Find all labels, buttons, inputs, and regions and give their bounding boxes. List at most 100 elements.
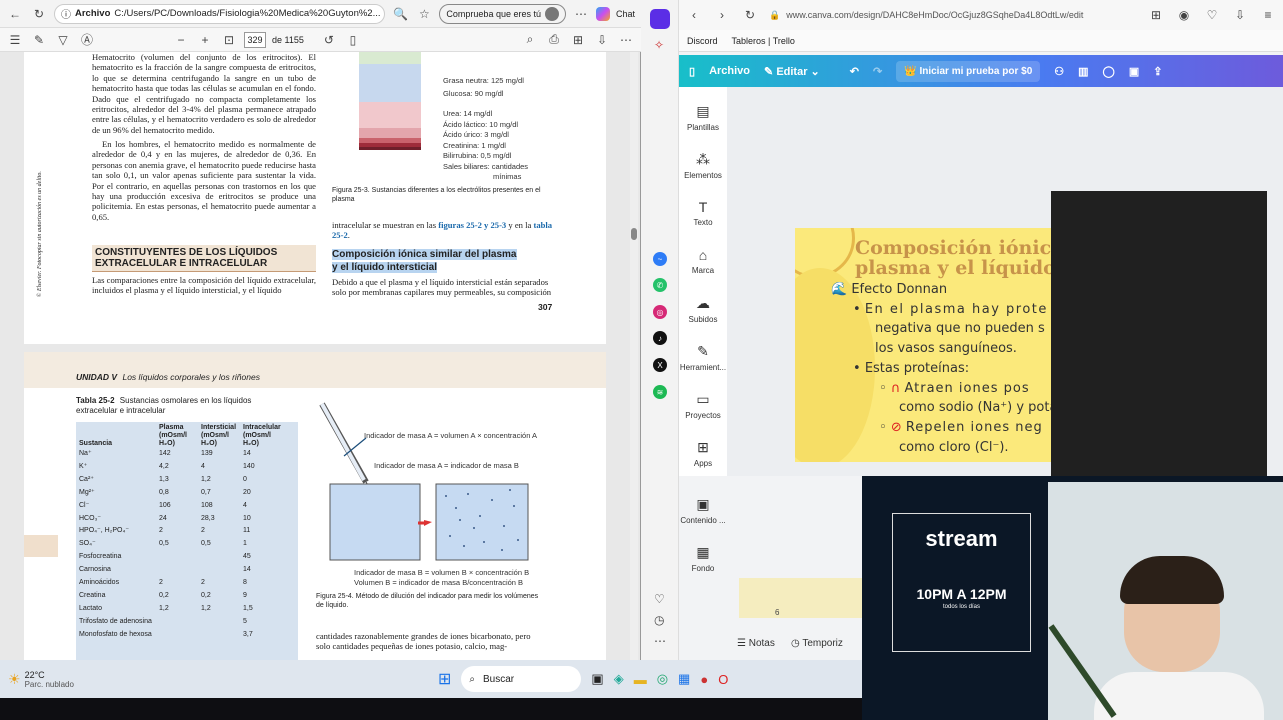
page-number-input[interactable]: 329	[244, 31, 266, 48]
more-icon[interactable]: ⋯	[572, 5, 590, 23]
editar-menu[interactable]: ✎ Editar ⌄	[764, 65, 820, 78]
rotate-icon[interactable]: ↺	[320, 31, 338, 49]
sidebar-toggle-icon[interactable]: ▯	[689, 65, 695, 78]
x-icon[interactable]: X	[653, 358, 667, 372]
draw-icon[interactable]: ▽	[54, 31, 72, 49]
scrollbar-thumb[interactable]	[631, 228, 637, 240]
back-icon[interactable]: ‹	[685, 6, 703, 24]
opera-icon[interactable]: O	[718, 672, 728, 687]
spotify-icon[interactable]: ≋	[653, 385, 667, 399]
store-icon[interactable]: ▦	[678, 671, 690, 687]
side-tab	[24, 535, 58, 557]
redo-icon[interactable]: ↷	[873, 65, 882, 78]
chat-label[interactable]: Chat	[616, 9, 635, 19]
settings-more-icon[interactable]: ⋯	[617, 31, 635, 49]
sidebar-item-plantillas[interactable]: ▤ Plantillas	[679, 103, 727, 132]
zoom-icon[interactable]: 🔍	[391, 5, 409, 23]
slide-title[interactable]: Composición iónica plasma y el líquido	[855, 238, 1055, 278]
extension-icon[interactable]: ⊞	[1147, 6, 1165, 24]
sidebar-item-contenido[interactable]: ▣ Contenido ...	[679, 496, 727, 525]
address-bar[interactable]: ⓘ Archivo C:/Users/PC/Downloads/Fisiolog…	[54, 3, 386, 24]
highlight-icon[interactable]: ✎	[30, 31, 48, 49]
pdf-scrollbar[interactable]	[630, 52, 638, 660]
whatsapp-icon[interactable]: ✆	[653, 278, 667, 292]
sidebar-item-texto[interactable]: T Texto	[679, 199, 727, 227]
forward-icon[interactable]: ›	[713, 6, 731, 24]
unit-title: Los líquidos corporales y los riñones	[122, 372, 260, 382]
clock-icon[interactable]: ◷	[654, 613, 664, 627]
refresh-icon[interactable]: ↻	[30, 5, 48, 23]
edge-home-icon[interactable]	[650, 9, 670, 29]
table-cell: Trifosfato de adenosina	[79, 618, 152, 626]
refresh-icon[interactable]: ↻	[741, 6, 759, 24]
download-icon[interactable]: ⇩	[1231, 6, 1249, 24]
address-bar[interactable]: 🔒 www.canva.com/design/DAHC8eHmDoc/OcGju…	[769, 4, 1137, 26]
copilot-icon[interactable]: ◈	[614, 671, 624, 687]
table-cell: 140	[243, 462, 255, 470]
comment-icon[interactable]: ◯	[1103, 65, 1115, 78]
heart-icon[interactable]: ♡	[1203, 6, 1221, 24]
present-icon[interactable]: ▣	[1129, 65, 1139, 78]
sidebar-label: Contenido ...	[680, 516, 726, 525]
share-people-icon[interactable]: ⚇	[1054, 65, 1064, 78]
camera-icon[interactable]: ◉	[1175, 6, 1193, 24]
page-thumbnails[interactable]	[739, 578, 862, 618]
notes-button[interactable]: ☰ Notas	[737, 638, 775, 649]
table-cell: 0,2	[159, 591, 169, 599]
timer-button[interactable]: ◷ Temporiz	[791, 638, 843, 649]
undo-icon[interactable]: ↶	[850, 65, 859, 78]
save-as-icon[interactable]: ⇩	[593, 31, 611, 49]
sidebar-item-marca[interactable]: ⌂ Marca	[679, 247, 727, 275]
save-icon[interactable]: ⊞	[569, 31, 587, 49]
messenger-icon[interactable]: ~	[653, 252, 667, 266]
heart-icon[interactable]: ♡	[654, 592, 665, 606]
archivo-menu[interactable]: Archivo	[709, 65, 750, 77]
edge-icon[interactable]: ◎	[657, 671, 668, 687]
instagram-icon[interactable]: ◎	[653, 305, 667, 319]
start-trial-button[interactable]: 👑 Iniciar mi prueba por $0	[896, 60, 1041, 82]
sidebar-item-proyectos[interactable]: ▭ Proyectos	[679, 391, 727, 420]
file-explorer-icon[interactable]: ▬	[634, 672, 647, 687]
pin-icon[interactable]: ✧	[654, 38, 664, 52]
contents-icon[interactable]: ☰	[6, 31, 24, 49]
figure-25-4-caption: Figura 25-4. Método de dilución del indi…	[316, 593, 539, 609]
sidebar-item-elementos[interactable]: ⁂ Elementos	[679, 151, 727, 180]
sidebar-label: Texto	[693, 218, 713, 227]
chart-icon[interactable]: ▥	[1078, 65, 1088, 78]
back-icon[interactable]: ←	[6, 5, 24, 23]
zoom-in-icon[interactable]: +	[196, 31, 214, 49]
windows-start-icon[interactable]: ⊞	[438, 669, 451, 689]
table-cell: SO₄⁻	[79, 540, 96, 548]
sidebar-item-apps[interactable]: ⊞ Apps	[679, 439, 727, 468]
tiktok-icon[interactable]: ♪	[653, 331, 667, 345]
pdf-page-308: UNIDAD V Los líquidos corporales y los r…	[24, 352, 606, 660]
figure-link[interactable]: figuras 25-2 y 25-3	[438, 220, 506, 230]
sidebar-item-herramientas[interactable]: ✎ Herramient...	[679, 343, 727, 372]
subsection-heading-highlighted[interactable]: Composición iónica similar del plasma y …	[332, 248, 522, 274]
menu-icon[interactable]: ≡	[1259, 6, 1277, 24]
presentation-slide[interactable]: Composición iónica plasma y el líquido 🌊…	[795, 228, 1055, 462]
sidebar-item-subidos[interactable]: ☁ Subidos	[679, 295, 727, 324]
upload-icon[interactable]: ⇪	[1153, 65, 1162, 78]
bookmark-trello[interactable]: Tableros | Trello	[732, 36, 795, 46]
profile-pill[interactable]: Comprueba que eres tú	[439, 3, 566, 24]
more-dots-icon[interactable]: ⋯	[654, 634, 666, 648]
weather-widget[interactable]: ☀ 22°C Parc. nublado	[8, 670, 428, 689]
fit-icon[interactable]: ⊡	[220, 31, 238, 49]
avatar	[544, 6, 559, 21]
print-icon[interactable]: ⎙	[545, 31, 563, 49]
text-icon[interactable]: Ⓐ	[78, 31, 96, 49]
copilot-icon[interactable]	[595, 6, 610, 21]
bookmark-discord[interactable]: Discord	[687, 36, 718, 46]
search-icon[interactable]: ⌕	[521, 31, 539, 49]
table-cell: 8	[243, 579, 247, 587]
star-icon[interactable]: ☆	[415, 5, 433, 23]
chrome-icon[interactable]: ●	[700, 672, 708, 687]
taskbar-search[interactable]: ⌕ Buscar	[461, 666, 582, 692]
sidebar-item-fondo[interactable]: ▦ Fondo	[679, 544, 727, 573]
slide-body[interactable]: 🌊 Efecto Donnan • En el plasma hay prote…	[831, 280, 1055, 457]
sub-bullet-a-line-1: Atraen iones pos	[904, 380, 1030, 396]
zoom-out-icon[interactable]: −	[172, 31, 190, 49]
task-view-icon[interactable]: ▣	[591, 671, 603, 687]
page-view-icon[interactable]: ▯	[344, 31, 362, 49]
